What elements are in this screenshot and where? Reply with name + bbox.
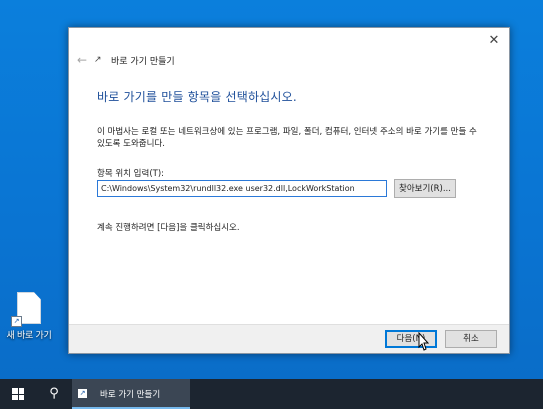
search-icon[interactable]: ⚲ — [40, 379, 68, 409]
taskbar-item-label: 바로 가기 만들기 — [100, 390, 161, 400]
cancel-button[interactable]: 취소 — [445, 330, 497, 348]
desktop-shortcut-new[interactable]: ↗ 새 바로 가기 — [2, 292, 56, 341]
shortcut-icon: ↗ — [78, 389, 87, 398]
continue-instruction: 계속 진행하려면 [다음]을 클릭하십시오. — [97, 223, 240, 233]
browse-button[interactable]: 찾아보기(R)... — [394, 179, 456, 198]
desktop-shortcut-label: 새 바로 가기 — [6, 331, 52, 341]
back-arrow-icon[interactable]: ← — [75, 53, 89, 67]
shortcut-icon: ↗ — [94, 55, 102, 65]
mouse-cursor-icon — [418, 332, 430, 351]
shortcut-arrow-icon: ↗ — [11, 316, 22, 327]
create-shortcut-dialog: ✕ ← ↗ 바로 가기 만들기 바로 가기를 만들 항목을 선택하십시오. 이 … — [68, 27, 510, 354]
location-label: 항목 위치 입력(T): — [97, 169, 165, 179]
windows-logo-icon — [12, 388, 24, 400]
dialog-footer: 다음(N) 취소 — [69, 324, 509, 353]
taskbar: ⚲ ↗ 바로 가기 만들기 — [0, 379, 543, 409]
start-button[interactable] — [0, 379, 36, 409]
close-icon[interactable]: ✕ — [485, 32, 503, 50]
taskbar-item-create-shortcut[interactable]: ↗ 바로 가기 만들기 — [72, 379, 190, 409]
wizard-description: 이 마법사는 로컬 또는 네트워크상에 있는 프로그램, 파일, 폴더, 컴퓨터… — [97, 127, 477, 149]
location-input[interactable] — [97, 180, 387, 197]
dialog-title: 바로 가기 만들기 — [111, 57, 175, 67]
page-heading: 바로 가기를 만들 항목을 선택하십시오. — [97, 90, 297, 104]
